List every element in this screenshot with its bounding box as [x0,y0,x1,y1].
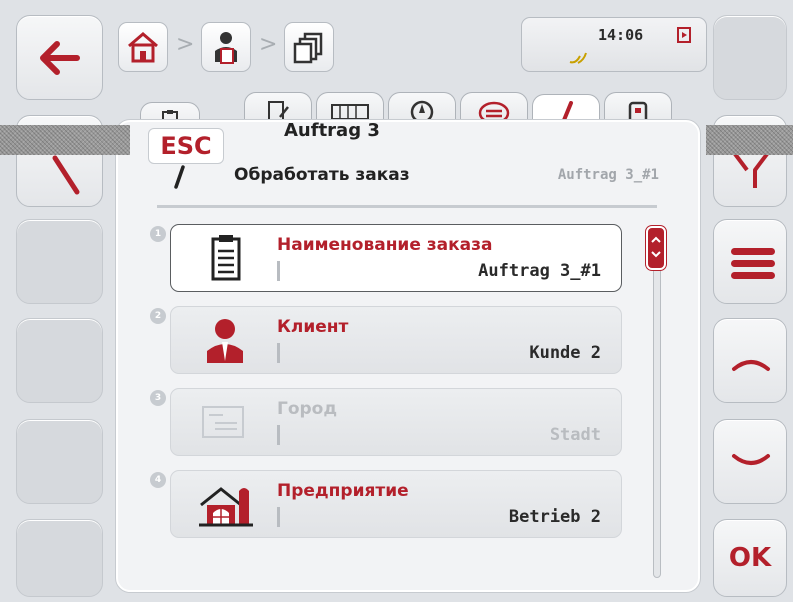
clipboard-icon [211,235,241,281]
overlay-band-left [0,125,130,155]
arrow-down-icon [732,454,770,465]
value-cursor [277,343,280,363]
breadcrumb-tasks[interactable] [284,22,334,72]
breadcrumb-home[interactable] [118,22,168,72]
task-title: Auftrag 3 [284,120,380,141]
left-button-empty-1[interactable] [16,219,103,304]
value-cursor [277,261,280,281]
menu-icon [731,248,775,279]
gps-signal-icon [569,52,587,64]
item-index: 3 [150,390,166,406]
edit-subtitle: Auftrag 3_#1 [557,167,659,183]
value-cursor [277,507,280,527]
operator-icon [215,32,237,64]
counter-icon [331,104,369,120]
item-label: Клиент [277,317,349,337]
item-index: 2 [150,308,166,324]
left-button-empty-4[interactable] [16,519,103,597]
arrow-up-icon [732,360,770,371]
left-button-empty-2[interactable] [16,318,103,403]
item-label: Город [277,399,338,419]
item-label: Наименование заказа [277,235,493,255]
item-value: Betrieb 2 [508,507,601,527]
esc-button[interactable]: ESC [148,128,224,164]
item-value: Stadt [549,425,601,445]
overlay-band-right [706,125,793,155]
scroll-thumb-icon [651,236,661,258]
scrollbar-thumb[interactable] [646,226,666,270]
home-icon [128,32,158,63]
task-list-icon [293,32,323,64]
list-item-customer[interactable]: Клиент Kunde 2 [170,306,622,374]
scroll-down-button[interactable] [713,419,787,504]
item-value: Kunde 2 [529,343,601,363]
esc-label: ESC [160,132,212,160]
arrow-left-icon [40,41,80,75]
list-item-farm[interactable]: Предприятие Betrieb 2 [170,470,622,538]
item-value: Auftrag 3_#1 [478,261,601,281]
farm-icon [199,487,253,527]
scroll-up-button[interactable] [713,318,787,403]
ok-label: OK [728,543,772,573]
scrollbar-track[interactable] [653,252,661,578]
address-icon [202,406,244,438]
back-button[interactable] [16,15,103,100]
item-index: 4 [150,472,166,488]
edit-pen-icon [174,165,185,189]
clock: 14:06 [598,26,644,44]
menu-button[interactable] [713,219,787,304]
item-label: Предприятие [277,481,409,501]
edit-title: Обработать заказ [234,165,410,185]
item-index: 1 [150,226,166,242]
status-area[interactable]: 14:06 [521,17,707,72]
right-button-empty[interactable] [713,15,787,100]
left-button-empty-3[interactable] [16,419,103,504]
ok-button[interactable]: OK [713,519,787,597]
list-item-city: Город Stadt [170,388,622,456]
breadcrumb-operator[interactable] [201,22,251,72]
list-item-order-name[interactable]: Наименование заказа Auftrag 3_#1 [170,224,622,292]
divider [157,205,657,208]
task-running-icon [677,27,691,43]
breadcrumb-separator: > [259,32,278,57]
value-cursor [277,425,280,445]
breadcrumb-separator: > [176,32,195,57]
customer-icon [207,319,243,363]
